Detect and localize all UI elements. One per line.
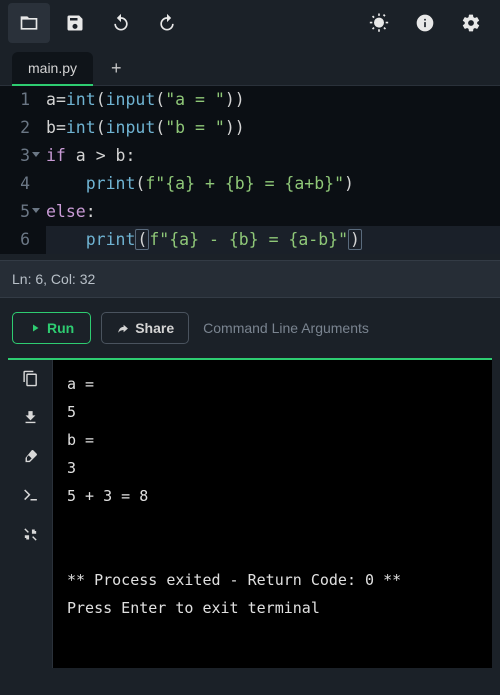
terminal-panel: a = 5 b = 3 5 + 3 = 8 ** Process exited …: [8, 358, 492, 668]
tab-main-py[interactable]: main.py: [12, 52, 93, 86]
download-icon[interactable]: [22, 409, 39, 426]
terminal-output[interactable]: a = 5 b = 3 5 + 3 = 8 ** Process exited …: [52, 360, 492, 668]
open-icon[interactable]: [8, 3, 50, 43]
tab-bar: main.py +: [0, 46, 500, 86]
share-button-label: Share: [135, 320, 174, 336]
line-gutter: 123456: [0, 86, 40, 254]
terminal-sidebar: [8, 360, 52, 668]
theme-icon[interactable]: [358, 3, 400, 43]
run-button[interactable]: Run: [12, 312, 91, 344]
code-area[interactable]: a=int(input("a = "))b=int(input("b = "))…: [40, 86, 500, 254]
code-editor[interactable]: 123456 a=int(input("a = "))b=int(input("…: [0, 86, 500, 254]
undo-icon[interactable]: [100, 3, 142, 43]
status-bar: Ln: 6, Col: 32: [0, 260, 500, 298]
redo-icon[interactable]: [146, 3, 188, 43]
cmdline-args-input[interactable]: Command Line Arguments: [199, 320, 369, 336]
copy-icon[interactable]: [22, 370, 39, 387]
cursor-position: Ln: 6, Col: 32: [12, 271, 95, 287]
shell-icon[interactable]: [22, 487, 39, 504]
run-button-label: Run: [47, 320, 74, 336]
collapse-icon[interactable]: [22, 526, 39, 543]
settings-icon[interactable]: [450, 3, 492, 43]
top-toolbar: [0, 0, 500, 46]
controls-bar: Run Share Command Line Arguments: [0, 298, 500, 358]
share-button[interactable]: Share: [101, 312, 189, 344]
save-icon[interactable]: [54, 3, 96, 43]
add-tab-button[interactable]: +: [101, 52, 132, 85]
erase-icon[interactable]: [22, 448, 39, 465]
info-icon[interactable]: [404, 3, 446, 43]
